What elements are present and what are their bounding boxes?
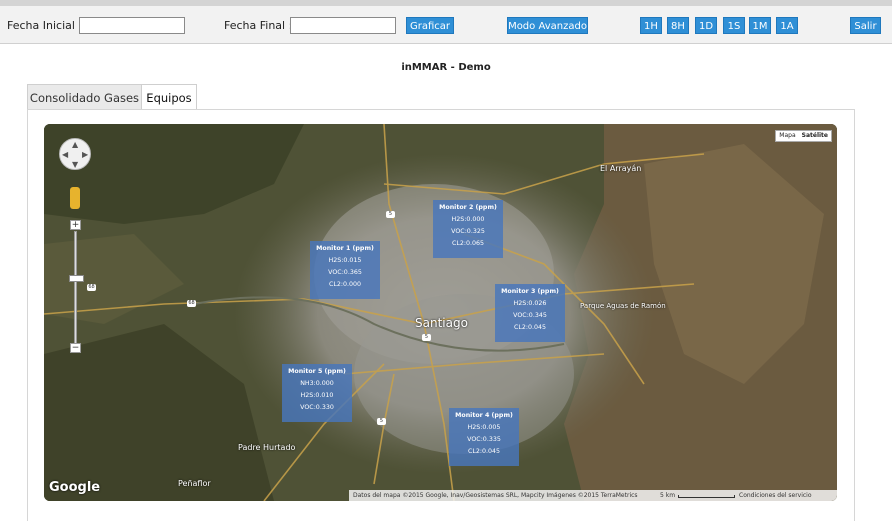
route-shield: 5: [377, 418, 386, 425]
place-el-arrayan: El Arrayán: [600, 164, 642, 173]
fecha-inicial-label: Fecha Inicial :: [7, 19, 83, 32]
place-penaflor: Peñaflor: [178, 479, 211, 488]
monitor-1-marker[interactable]: Monitor 1 (ppm) H2S:0.015 VOC:0.365 CL2:…: [310, 241, 380, 299]
range-1m-button[interactable]: 1M: [749, 17, 771, 34]
pan-up-icon[interactable]: ▲: [72, 140, 78, 149]
monitor-title: Monitor 3 (ppm): [501, 288, 559, 295]
street-view-pegman-icon[interactable]: [70, 187, 80, 209]
page-title: inMMAR - Demo: [401, 62, 491, 73]
range-1s-button[interactable]: 1S: [723, 17, 745, 34]
route-shield: 5: [422, 334, 431, 341]
monitor-title: Monitor 5 (ppm): [288, 368, 346, 375]
zoom-out-button[interactable]: −: [70, 343, 81, 353]
tab-consolidado-gases[interactable]: Consolidado Gases: [27, 84, 142, 110]
monitor-4-marker[interactable]: Monitor 4 (ppm) H2S:0.005 VOC:0.335 CL2:…: [449, 408, 519, 466]
route-shield: 5: [386, 211, 395, 218]
terms-link[interactable]: Condiciones del servicio: [739, 490, 812, 501]
zoom-slider-thumb[interactable]: [69, 275, 84, 282]
monitor-reading: CL2:0.045: [513, 324, 547, 331]
map-type-mapa[interactable]: Mapa: [776, 132, 798, 139]
place-santiago: Santiago: [415, 316, 468, 330]
range-1a-button[interactable]: 1A: [776, 17, 798, 34]
monitor-reading: NH3:0.000: [300, 380, 334, 387]
monitor-reading: H2S:0.005: [467, 424, 501, 431]
monitor-reading: CL2:0.045: [467, 448, 501, 455]
monitor-title: Monitor 1 (ppm): [316, 245, 374, 252]
monitor-reading: H2S:0.015: [328, 257, 362, 264]
google-logo[interactable]: Google: [49, 480, 100, 495]
monitor-reading: VOC:0.365: [328, 269, 362, 276]
attribution-text[interactable]: Datos del mapa ©2015 Google, Inav/Geosis…: [353, 490, 638, 501]
satellite-map[interactable]: Mapa Satélite ▲ ▼ ◀ ▶ + − 5 5 5 68 68 San…: [44, 124, 837, 501]
monitor-5-marker[interactable]: Monitor 5 (ppm) NH3:0.000 H2S:0.010 VOC:…: [282, 364, 352, 422]
range-1d-button[interactable]: 1D: [695, 17, 717, 34]
tab-equipos[interactable]: Equipos: [141, 84, 197, 110]
scale-label: 5 km: [660, 492, 676, 499]
map-attribution-bar: Datos del mapa ©2015 Google, Inav/Geosis…: [349, 490, 837, 501]
fecha-inicial-input[interactable]: [79, 17, 185, 34]
range-1h-button[interactable]: 1H: [640, 17, 662, 34]
map-type-satelite[interactable]: Satélite: [799, 132, 831, 139]
monitor-3-marker[interactable]: Monitor 3 (ppm) H2S:0.026 VOC:0.345 CL2:…: [495, 284, 565, 342]
zoom-slider-track[interactable]: [74, 231, 77, 344]
monitor-title: Monitor 4 (ppm): [455, 412, 513, 419]
monitor-reading: VOC:0.345: [513, 312, 547, 319]
salir-button[interactable]: Salir: [850, 17, 881, 34]
modo-avanzado-button[interactable]: Modo Avanzado: [507, 17, 588, 34]
monitor-reading: VOC:0.325: [451, 228, 485, 235]
monitor-2-marker[interactable]: Monitor 2 (ppm) H2S:0.000 VOC:0.325 CL2:…: [433, 200, 503, 258]
monitor-title: Monitor 2 (ppm): [439, 204, 497, 211]
monitor-reading: H2S:0.000: [451, 216, 485, 223]
map-imagery: [44, 124, 837, 501]
route-shield: 68: [87, 284, 96, 291]
graficar-button[interactable]: Graficar: [406, 17, 454, 34]
pan-left-icon[interactable]: ◀: [62, 150, 68, 159]
toolbar: Fecha Inicial : Fecha Final : Graficar M…: [0, 6, 892, 44]
route-shield: 68: [187, 300, 196, 307]
pan-control[interactable]: ▲ ▼ ◀ ▶: [59, 138, 91, 170]
place-parque-aguas-de-ramon: Parque Aguas de Ramón: [580, 302, 666, 310]
monitor-reading: VOC:0.335: [467, 436, 501, 443]
pan-right-icon[interactable]: ▶: [82, 150, 88, 159]
fecha-final-label: Fecha Final :: [224, 19, 293, 32]
place-padre-hurtado: Padre Hurtado: [238, 443, 296, 452]
monitor-reading: H2S:0.010: [300, 392, 334, 399]
monitor-reading: VOC:0.330: [300, 404, 334, 411]
scale-bar: [678, 495, 735, 498]
monitor-reading: CL2:0.065: [451, 240, 485, 247]
range-8h-button[interactable]: 8H: [667, 17, 689, 34]
monitor-reading: H2S:0.026: [513, 300, 547, 307]
fecha-final-input[interactable]: [290, 17, 396, 34]
map-type-control: Mapa Satélite: [775, 130, 832, 142]
zoom-in-button[interactable]: +: [70, 220, 81, 230]
pan-down-icon[interactable]: ▼: [72, 160, 78, 169]
monitor-reading: CL2:0.000: [328, 281, 362, 288]
